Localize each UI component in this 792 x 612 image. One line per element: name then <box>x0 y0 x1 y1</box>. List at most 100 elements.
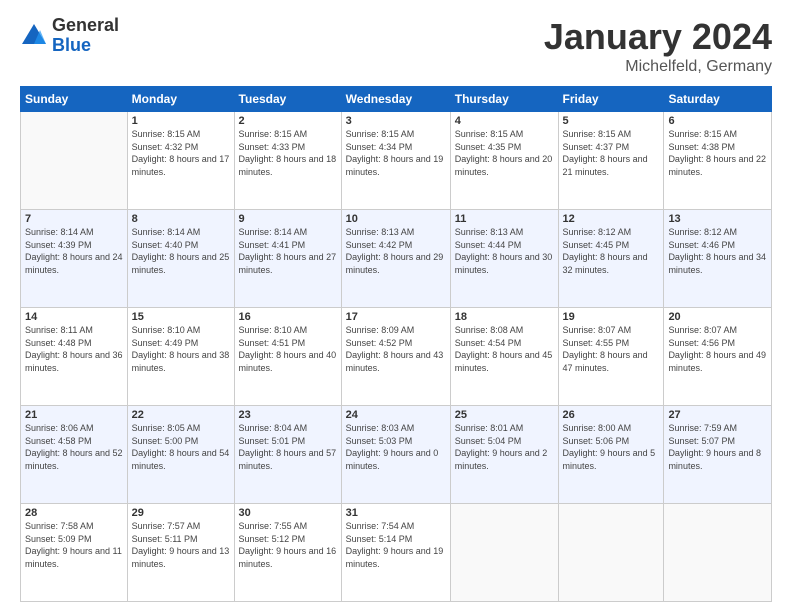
day-info: Sunrise: 8:15 AMSunset: 4:33 PMDaylight:… <box>239 128 337 178</box>
calendar-day-cell: 28Sunrise: 7:58 AMSunset: 5:09 PMDayligh… <box>21 504 128 602</box>
calendar-day-cell: 3Sunrise: 8:15 AMSunset: 4:34 PMDaylight… <box>341 112 450 210</box>
day-info: Sunrise: 8:10 AMSunset: 4:49 PMDaylight:… <box>132 324 230 374</box>
day-number: 15 <box>132 311 230 323</box>
calendar-day-cell <box>558 504 664 602</box>
calendar-week-row: 21Sunrise: 8:06 AMSunset: 4:58 PMDayligh… <box>21 406 772 504</box>
page: General Blue January 2024 Michelfeld, Ge… <box>0 0 792 612</box>
day-info: Sunrise: 7:58 AMSunset: 5:09 PMDaylight:… <box>25 520 123 570</box>
weekday-header-cell: Thursday <box>450 87 558 112</box>
calendar-body: 1Sunrise: 8:15 AMSunset: 4:32 PMDaylight… <box>21 112 772 602</box>
calendar-day-cell: 29Sunrise: 7:57 AMSunset: 5:11 PMDayligh… <box>127 504 234 602</box>
day-number: 22 <box>132 409 230 421</box>
title-block: January 2024 Michelfeld, Germany <box>544 16 772 76</box>
day-number: 27 <box>668 409 767 421</box>
calendar-day-cell: 1Sunrise: 8:15 AMSunset: 4:32 PMDaylight… <box>127 112 234 210</box>
day-info: Sunrise: 7:59 AMSunset: 5:07 PMDaylight:… <box>668 422 767 472</box>
day-info: Sunrise: 8:07 AMSunset: 4:55 PMDaylight:… <box>563 324 660 374</box>
day-number: 5 <box>563 115 660 127</box>
day-number: 21 <box>25 409 123 421</box>
weekday-header-cell: Saturday <box>664 87 772 112</box>
day-number: 19 <box>563 311 660 323</box>
day-number: 11 <box>455 213 554 225</box>
day-number: 3 <box>346 115 446 127</box>
day-number: 7 <box>25 213 123 225</box>
month-title: January 2024 <box>544 16 772 58</box>
day-info: Sunrise: 8:05 AMSunset: 5:00 PMDaylight:… <box>132 422 230 472</box>
day-number: 6 <box>668 115 767 127</box>
calendar-day-cell: 24Sunrise: 8:03 AMSunset: 5:03 PMDayligh… <box>341 406 450 504</box>
day-number: 29 <box>132 507 230 519</box>
weekday-header-cell: Tuesday <box>234 87 341 112</box>
day-info: Sunrise: 8:00 AMSunset: 5:06 PMDaylight:… <box>563 422 660 472</box>
logo-icon <box>20 22 48 50</box>
day-info: Sunrise: 8:09 AMSunset: 4:52 PMDaylight:… <box>346 324 446 374</box>
weekday-header-cell: Sunday <box>21 87 128 112</box>
day-info: Sunrise: 7:57 AMSunset: 5:11 PMDaylight:… <box>132 520 230 570</box>
calendar-day-cell: 10Sunrise: 8:13 AMSunset: 4:42 PMDayligh… <box>341 210 450 308</box>
day-number: 10 <box>346 213 446 225</box>
logo: General Blue <box>20 16 119 56</box>
logo-blue: Blue <box>52 36 119 56</box>
calendar-table: SundayMondayTuesdayWednesdayThursdayFrid… <box>20 86 772 602</box>
logo-text: General Blue <box>52 16 119 56</box>
calendar-day-cell: 15Sunrise: 8:10 AMSunset: 4:49 PMDayligh… <box>127 308 234 406</box>
calendar-week-row: 28Sunrise: 7:58 AMSunset: 5:09 PMDayligh… <box>21 504 772 602</box>
day-info: Sunrise: 7:54 AMSunset: 5:14 PMDaylight:… <box>346 520 446 570</box>
day-info: Sunrise: 8:14 AMSunset: 4:40 PMDaylight:… <box>132 226 230 276</box>
calendar-day-cell: 22Sunrise: 8:05 AMSunset: 5:00 PMDayligh… <box>127 406 234 504</box>
calendar-day-cell: 7Sunrise: 8:14 AMSunset: 4:39 PMDaylight… <box>21 210 128 308</box>
location: Michelfeld, Germany <box>544 58 772 76</box>
calendar-day-cell <box>664 504 772 602</box>
day-info: Sunrise: 8:15 AMSunset: 4:32 PMDaylight:… <box>132 128 230 178</box>
day-info: Sunrise: 8:13 AMSunset: 4:44 PMDaylight:… <box>455 226 554 276</box>
calendar-day-cell: 26Sunrise: 8:00 AMSunset: 5:06 PMDayligh… <box>558 406 664 504</box>
calendar-day-cell: 31Sunrise: 7:54 AMSunset: 5:14 PMDayligh… <box>341 504 450 602</box>
day-info: Sunrise: 8:15 AMSunset: 4:35 PMDaylight:… <box>455 128 554 178</box>
calendar-day-cell: 20Sunrise: 8:07 AMSunset: 4:56 PMDayligh… <box>664 308 772 406</box>
calendar-day-cell: 12Sunrise: 8:12 AMSunset: 4:45 PMDayligh… <box>558 210 664 308</box>
weekday-header-cell: Wednesday <box>341 87 450 112</box>
day-info: Sunrise: 8:03 AMSunset: 5:03 PMDaylight:… <box>346 422 446 472</box>
day-number: 16 <box>239 311 337 323</box>
day-info: Sunrise: 8:06 AMSunset: 4:58 PMDaylight:… <box>25 422 123 472</box>
day-info: Sunrise: 7:55 AMSunset: 5:12 PMDaylight:… <box>239 520 337 570</box>
calendar-day-cell: 23Sunrise: 8:04 AMSunset: 5:01 PMDayligh… <box>234 406 341 504</box>
day-number: 17 <box>346 311 446 323</box>
day-info: Sunrise: 8:13 AMSunset: 4:42 PMDaylight:… <box>346 226 446 276</box>
calendar-day-cell: 6Sunrise: 8:15 AMSunset: 4:38 PMDaylight… <box>664 112 772 210</box>
day-info: Sunrise: 8:12 AMSunset: 4:46 PMDaylight:… <box>668 226 767 276</box>
calendar-day-cell: 13Sunrise: 8:12 AMSunset: 4:46 PMDayligh… <box>664 210 772 308</box>
day-number: 28 <box>25 507 123 519</box>
day-info: Sunrise: 8:12 AMSunset: 4:45 PMDaylight:… <box>563 226 660 276</box>
calendar-week-row: 1Sunrise: 8:15 AMSunset: 4:32 PMDaylight… <box>21 112 772 210</box>
day-info: Sunrise: 8:15 AMSunset: 4:38 PMDaylight:… <box>668 128 767 178</box>
calendar-week-row: 7Sunrise: 8:14 AMSunset: 4:39 PMDaylight… <box>21 210 772 308</box>
day-number: 14 <box>25 311 123 323</box>
day-number: 13 <box>668 213 767 225</box>
day-number: 4 <box>455 115 554 127</box>
day-number: 2 <box>239 115 337 127</box>
calendar-day-cell: 9Sunrise: 8:14 AMSunset: 4:41 PMDaylight… <box>234 210 341 308</box>
calendar-day-cell: 5Sunrise: 8:15 AMSunset: 4:37 PMDaylight… <box>558 112 664 210</box>
calendar-day-cell <box>450 504 558 602</box>
day-number: 30 <box>239 507 337 519</box>
header: General Blue January 2024 Michelfeld, Ge… <box>20 16 772 76</box>
calendar-week-row: 14Sunrise: 8:11 AMSunset: 4:48 PMDayligh… <box>21 308 772 406</box>
calendar-day-cell: 21Sunrise: 8:06 AMSunset: 4:58 PMDayligh… <box>21 406 128 504</box>
calendar-day-cell <box>21 112 128 210</box>
day-number: 9 <box>239 213 337 225</box>
day-number: 20 <box>668 311 767 323</box>
calendar-day-cell: 2Sunrise: 8:15 AMSunset: 4:33 PMDaylight… <box>234 112 341 210</box>
day-number: 8 <box>132 213 230 225</box>
day-info: Sunrise: 8:01 AMSunset: 5:04 PMDaylight:… <box>455 422 554 472</box>
day-number: 18 <box>455 311 554 323</box>
day-info: Sunrise: 8:07 AMSunset: 4:56 PMDaylight:… <box>668 324 767 374</box>
day-number: 25 <box>455 409 554 421</box>
calendar-day-cell: 19Sunrise: 8:07 AMSunset: 4:55 PMDayligh… <box>558 308 664 406</box>
calendar-day-cell: 16Sunrise: 8:10 AMSunset: 4:51 PMDayligh… <box>234 308 341 406</box>
calendar-day-cell: 18Sunrise: 8:08 AMSunset: 4:54 PMDayligh… <box>450 308 558 406</box>
calendar-day-cell: 4Sunrise: 8:15 AMSunset: 4:35 PMDaylight… <box>450 112 558 210</box>
day-info: Sunrise: 8:04 AMSunset: 5:01 PMDaylight:… <box>239 422 337 472</box>
day-info: Sunrise: 8:08 AMSunset: 4:54 PMDaylight:… <box>455 324 554 374</box>
weekday-header-cell: Friday <box>558 87 664 112</box>
